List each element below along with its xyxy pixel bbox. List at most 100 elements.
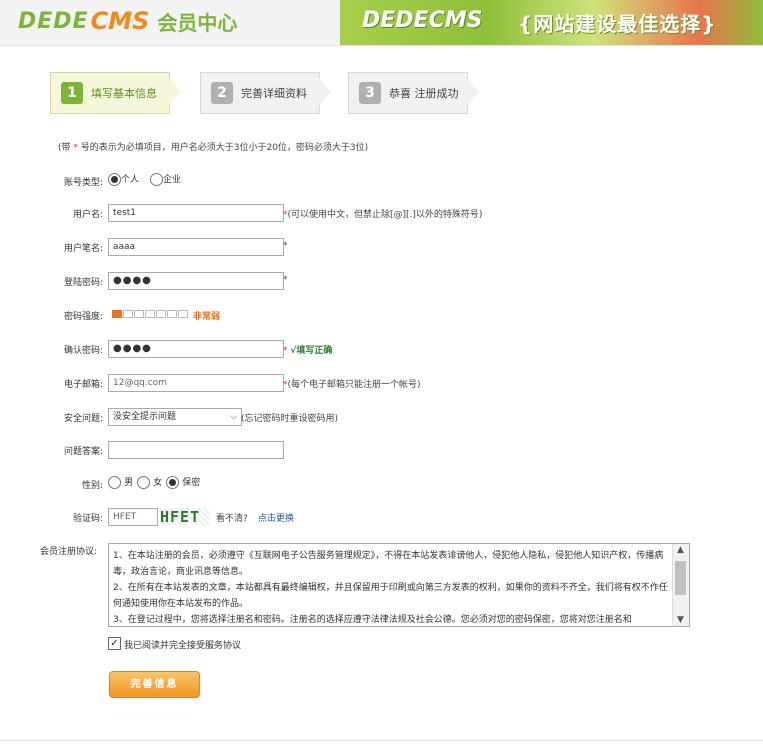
confirm-status: * √填写正确 — [283, 346, 333, 356]
row-password: 登陆密码: ●●●● * — [0, 272, 763, 292]
captcha-image[interactable]: HFET — [160, 508, 210, 526]
nickname-required-star: * — [283, 241, 288, 251]
password-required-star: * — [283, 275, 288, 285]
captcha-refresh-link[interactable]: 点击更换 — [258, 511, 294, 524]
site-logo[interactable]: DEDE CMS 会员中心 — [18, 6, 237, 36]
banner-logo: DEDECMS — [362, 8, 483, 33]
step-1: 1 填写基本信息 — [50, 72, 170, 114]
confirm-label: 确认密码: — [63, 346, 103, 356]
submit-button[interactable]: 完善信息 — [109, 671, 200, 698]
note-pre: (带 — [58, 143, 74, 153]
strength-seg — [123, 310, 133, 318]
logo-cms-text: CMS — [90, 7, 150, 35]
site-header: DEDE CMS 会员中心 DEDECMS {网站建设最佳选择} — [0, 0, 763, 46]
username-input[interactable]: test1 — [108, 204, 284, 222]
row-confirm-password: 确认密码: ●●●● * √填写正确 — [0, 340, 763, 360]
radio-company[interactable]: 企业 — [150, 172, 181, 186]
email-label: 电子邮箱: — [63, 380, 103, 390]
agreement-line: 2、在所有在本站发表的文章，本站都具有最终编辑权，并且保留用于印刷或向第三方发表… — [113, 583, 668, 609]
email-input[interactable]: 12@qq.com — [108, 374, 284, 392]
radio-secret-label: 保密 — [182, 478, 201, 488]
accept-agreement-checkbox[interactable]: ✓ — [108, 637, 121, 650]
confirm-password-input[interactable]: ●●●● — [108, 340, 284, 358]
captcha-input[interactable]: HFET — [108, 508, 158, 526]
nickname-label: 用户笔名: — [63, 244, 103, 254]
captcha-unclear: 看不清? — [216, 514, 248, 524]
radio-personal-circle[interactable] — [108, 172, 121, 186]
strength-seg — [156, 310, 166, 318]
row-account-type: 账号类型: 个人 企业 — [0, 172, 763, 192]
agreement-textarea[interactable]: 1、在本站注册的会员，必须遵守《互联网电子公告服务管理规定》，不得在本站发表诽谤… — [108, 543, 690, 627]
note-post: 号的表示为必填项目，用户名必须大于3位小于20位，密码必须大于3位) — [77, 143, 369, 153]
radio-male-circle[interactable] — [108, 475, 121, 489]
banner-tagline: {网站建设最佳选择} — [518, 12, 717, 36]
scroll-down-icon[interactable]: ▼ — [677, 615, 684, 625]
logo-member-center: 会员中心 — [157, 10, 238, 35]
question-hint: (忘记密码时重设密码用) — [241, 414, 339, 424]
radio-secret-circle[interactable] — [166, 475, 179, 489]
agreement-label: 会员注册协议: — [40, 547, 98, 557]
radio-male[interactable]: 男 — [108, 475, 133, 489]
step-2-label: 完善详细资料 — [241, 87, 307, 100]
strength-seg — [134, 310, 144, 318]
step-2-number: 2 — [211, 82, 233, 104]
gender-label: 性别: — [81, 481, 103, 491]
radio-female-label: 女 — [153, 478, 163, 488]
step-arrow-icon — [319, 78, 331, 106]
row-security-question: 安全问题: 没安全提示问题 ⌵ (忘记密码时重设密码用) — [0, 408, 763, 428]
header-banner: DEDECMS {网站建设最佳选择} — [340, 0, 763, 45]
row-answer: 问题答案: — [0, 441, 763, 461]
required-note: (带 * 号的表示为必填项目，用户名必须大于3位小于20位，密码必须大于3位) — [58, 140, 368, 153]
step-arrow-icon — [467, 78, 479, 106]
scroll-thumb[interactable] — [675, 561, 686, 595]
row-captcha: 验证码: HFET HFET 看不清? 点击更换 — [0, 508, 763, 528]
step-arrow-icon — [169, 78, 181, 106]
row-nickname: 用户笔名: aaaa * — [0, 238, 763, 258]
account-type-label: 账号类型: — [63, 178, 103, 188]
footer-divider — [0, 740, 763, 741]
step-3-label: 恭喜 注册成功 — [389, 87, 459, 100]
nickname-input[interactable]: aaaa — [108, 238, 284, 256]
row-username: 用户名: test1 *(可以使用中文，但禁止除[@][.]以外的特殊符号) — [0, 204, 763, 224]
row-password-strength: 密码强度: 非常弱 — [0, 306, 763, 326]
step-2: 2 完善详细资料 — [200, 72, 320, 114]
agreement-line: 3、在登记过程中，您将选择注册名和密码。注册名的选择应遵守法律法规及社会公德。您… — [113, 615, 632, 625]
password-input[interactable]: ●●●● — [108, 272, 284, 290]
step-3: 3 恭喜 注册成功 — [348, 72, 468, 114]
radio-secret[interactable]: 保密 — [166, 475, 200, 489]
captcha-label: 验证码: — [72, 514, 103, 524]
strength-seg — [167, 310, 177, 318]
step-1-number: 1 — [61, 82, 83, 104]
username-hint: *(可以使用中文，但禁止除[@][.]以外的特殊符号) — [283, 210, 483, 220]
radio-female-circle[interactable] — [137, 475, 150, 489]
strength-level-text: 非常弱 — [193, 312, 221, 322]
radio-male-label: 男 — [124, 478, 134, 488]
username-label: 用户名: — [72, 210, 103, 220]
email-hint: *(每个电子邮箱只能注册一个帐号) — [283, 380, 421, 390]
step-1-label: 填写基本信息 — [91, 87, 157, 100]
step-3-number: 3 — [359, 82, 381, 104]
accept-agreement-label: 我已阅读并完全接受服务协议 — [124, 641, 242, 651]
scroll-up-icon[interactable]: ▲ — [677, 545, 684, 555]
strength-label: 密码强度: — [63, 312, 103, 322]
strength-meter — [112, 310, 189, 318]
strength-seg — [112, 310, 122, 318]
radio-female[interactable]: 女 — [137, 475, 162, 489]
agreement-text: 1、在本站注册的会员，必须遵守《互联网电子公告服务管理规定》，不得在本站发表诽谤… — [113, 548, 669, 626]
strength-seg — [178, 310, 188, 318]
strength-seg — [145, 310, 155, 318]
question-label: 安全问题: — [63, 414, 103, 424]
confirm-ok-text: √填写正确 — [290, 346, 333, 356]
radio-company-label: 企业 — [163, 175, 182, 185]
security-question-value: 没安全提示问题 — [113, 412, 177, 422]
chevron-down-icon: ⌵ — [230, 412, 237, 422]
agreement-scrollbar[interactable]: ▲ ▼ — [672, 544, 689, 626]
radio-personal[interactable]: 个人 — [108, 172, 139, 186]
radio-personal-label: 个人 — [121, 175, 140, 185]
agreement-line: 1、在本站注册的会员，必须遵守《互联网电子公告服务管理规定》，不得在本站发表诽谤… — [113, 551, 664, 577]
row-gender: 性别: 男 女 保密 — [0, 475, 763, 495]
security-question-select[interactable]: 没安全提示问题 ⌵ — [108, 408, 242, 426]
answer-input[interactable] — [108, 441, 284, 459]
radio-company-circle[interactable] — [150, 172, 163, 186]
logo-dede-text: DEDE — [18, 8, 89, 34]
